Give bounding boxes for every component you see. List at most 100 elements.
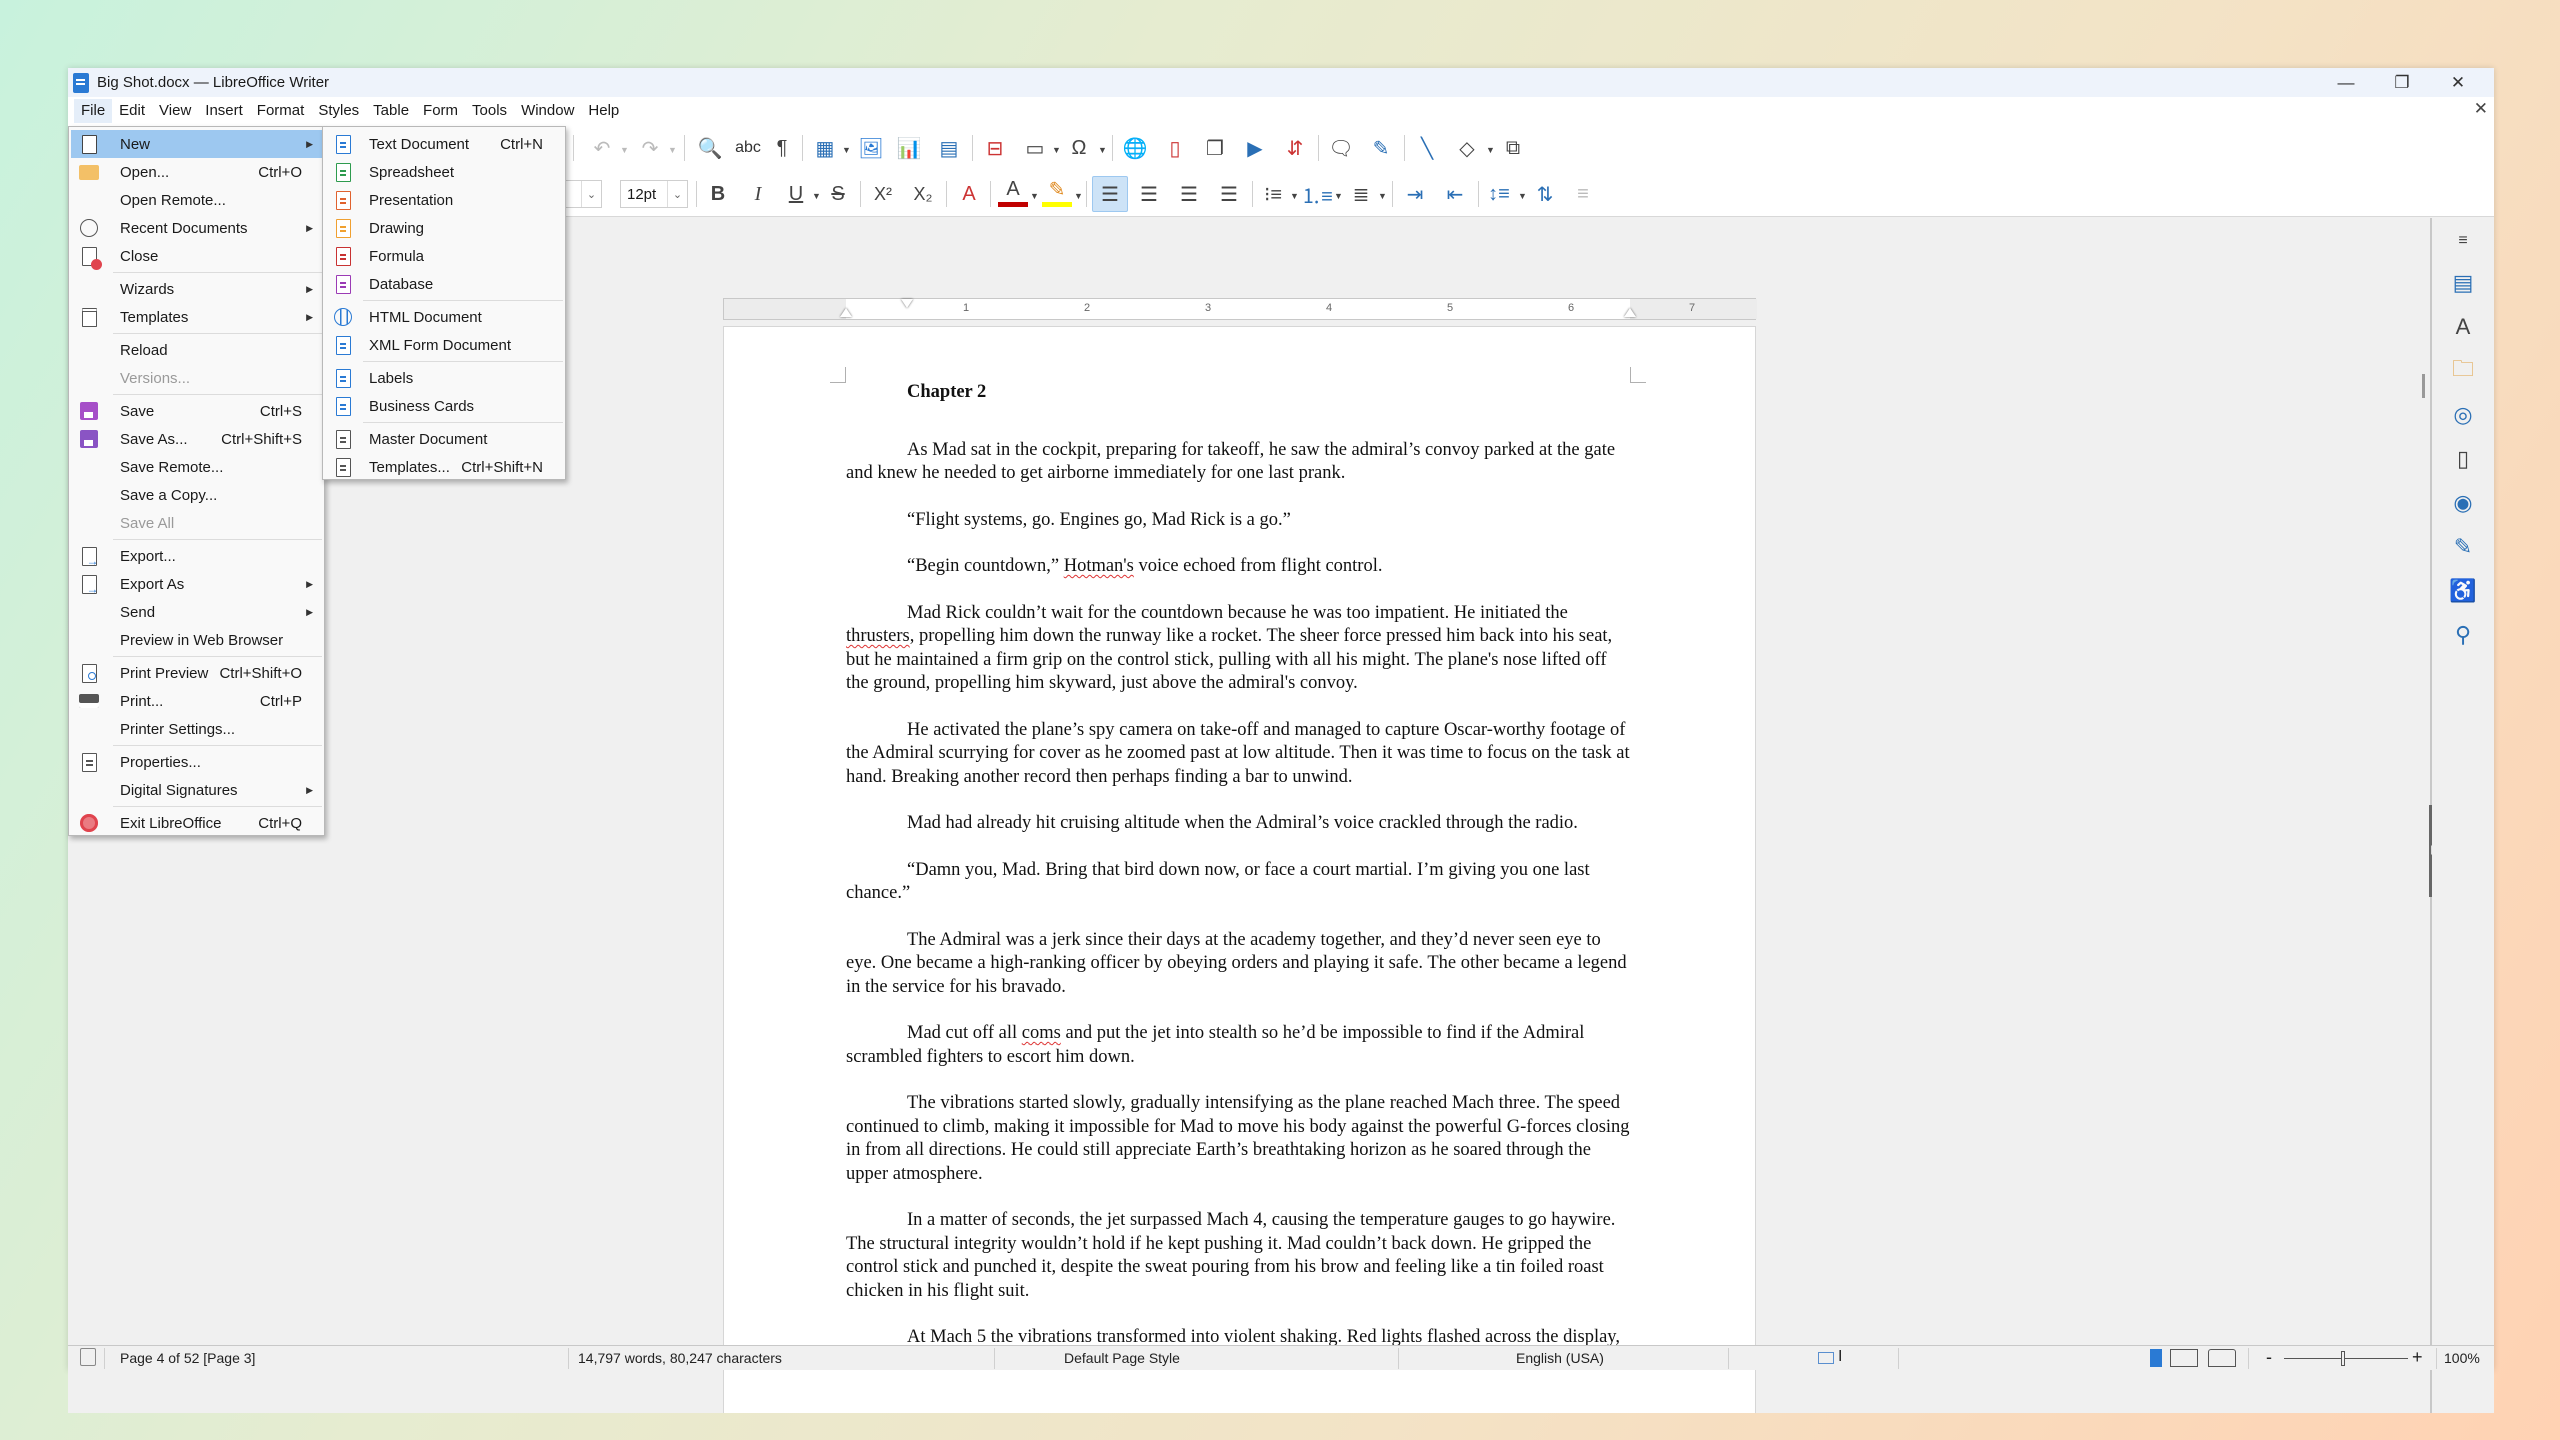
first-line-indent-marker[interactable] — [901, 299, 913, 308]
single-page-view-icon[interactable] — [2150, 1349, 2162, 1367]
left-indent-marker[interactable] — [840, 308, 852, 317]
align-left-icon[interactable]: ☰ — [1092, 176, 1128, 212]
clear-formatting-icon[interactable]: A — [954, 179, 984, 209]
new-submenu-item-business-cards[interactable]: Business Cards — [325, 392, 563, 420]
superscript-icon[interactable]: X² — [868, 179, 898, 209]
ordered-list-dropdown[interactable]: ▼ — [1334, 191, 1343, 201]
insert-mode-icon[interactable]: I — [1838, 1348, 1842, 1366]
new-submenu-item-presentation[interactable]: Presentation — [325, 186, 563, 214]
footnote-icon[interactable]: ▯ — [1160, 133, 1190, 163]
line-spacing-dropdown[interactable]: ▼ — [1518, 191, 1527, 201]
italic-icon[interactable]: I — [744, 179, 772, 209]
navigator-icon[interactable]: ◎ — [2448, 400, 2478, 430]
file-menu-item-templates[interactable]: Templates ▶ — [71, 303, 322, 331]
find-replace-icon[interactable]: 🔍 — [694, 133, 726, 163]
menu-styles[interactable]: Styles — [311, 99, 366, 123]
undo-dropdown[interactable]: ▼ — [620, 145, 629, 155]
file-menu-item-reload[interactable]: Reload — [71, 336, 322, 364]
styles-icon[interactable]: A — [2448, 312, 2478, 342]
outline-list-icon[interactable]: ≣ — [1346, 179, 1376, 209]
insert-table-icon[interactable]: ▦ — [810, 133, 840, 163]
document-page[interactable]: Chapter 2 As Mad sat in the cockpit, pre… — [723, 326, 1756, 1413]
new-submenu-item-html-document[interactable]: HTML Document — [325, 303, 563, 331]
underline-dropdown[interactable]: ▼ — [812, 191, 821, 201]
accessibility-check-icon[interactable]: ♿ — [2448, 576, 2478, 606]
menu-help[interactable]: Help — [581, 99, 626, 123]
decrease-spacing-icon[interactable]: ≡ — [1568, 179, 1598, 209]
basic-shapes-icon[interactable]: ◇ — [1452, 133, 1482, 163]
align-center-icon[interactable]: ☰ — [1134, 179, 1164, 209]
new-submenu-item-master-document[interactable]: Master Document — [325, 425, 563, 453]
file-menu-item-recent-documents[interactable]: Recent Documents ▶ — [71, 214, 322, 242]
new-submenu-item-spreadsheet[interactable]: Spreadsheet — [325, 158, 563, 186]
restore-button[interactable]: ❐ — [2374, 68, 2430, 97]
line-spacing-icon[interactable]: ↕≡ — [1484, 179, 1514, 209]
table-dropdown[interactable]: ▼ — [842, 145, 851, 155]
book-view-icon[interactable] — [2208, 1349, 2236, 1367]
menu-window[interactable]: Window — [514, 99, 581, 123]
right-indent-marker[interactable] — [1624, 308, 1636, 317]
special-character-dropdown[interactable]: ▼ — [1098, 145, 1107, 155]
find-icon[interactable]: ⚲ — [2448, 620, 2478, 650]
file-menu-item-save-as[interactable]: Save As... Ctrl+Shift+S — [71, 425, 322, 453]
zoom-out-button[interactable]: - — [2266, 1347, 2272, 1368]
insert-textbox-icon[interactable]: ▤ — [934, 133, 964, 163]
gallery-icon[interactable]: 🗀 — [2448, 356, 2478, 386]
font-color-dropdown[interactable]: ▼ — [1030, 191, 1039, 201]
file-menu-item-print[interactable]: Print... Ctrl+P — [71, 687, 322, 715]
zoom-level[interactable]: 100% — [2444, 1350, 2480, 1366]
multi-page-view-icon[interactable] — [2170, 1349, 2198, 1367]
decrease-indent-icon[interactable]: ⇤ — [1440, 179, 1470, 209]
hyperlink-icon[interactable]: 🌐 — [1120, 133, 1150, 163]
page-icon[interactable]: ▯ — [2448, 444, 2478, 474]
misspelled-word[interactable]: coms — [1022, 1023, 1061, 1043]
special-character-icon[interactable]: Ω — [1064, 133, 1094, 163]
language[interactable]: English (USA) — [1516, 1350, 1604, 1366]
endnote-icon[interactable]: ❐ — [1200, 133, 1230, 163]
file-menu-item-preview-in-web-browser[interactable]: Preview in Web Browser — [71, 626, 322, 654]
menu-view[interactable]: View — [152, 99, 198, 123]
misspelled-word[interactable]: Hotman's — [1064, 556, 1134, 576]
close-document-button[interactable]: ✕ — [2474, 99, 2488, 119]
new-submenu-item-xml-form-document[interactable]: XML Form Document — [325, 331, 563, 359]
font-size-field[interactable]: 12pt ⌄ — [620, 180, 688, 208]
cross-reference-icon[interactable]: ⇵ — [1280, 133, 1310, 163]
file-menu-item-new[interactable]: New ▶ — [71, 130, 322, 158]
new-submenu-item-drawing[interactable]: Drawing — [325, 214, 563, 242]
shapes-dropdown[interactable]: ▼ — [1486, 145, 1495, 155]
save-status-icon[interactable] — [80, 1348, 96, 1366]
spelling-icon[interactable]: abc — [732, 133, 764, 163]
menu-file[interactable]: File — [74, 99, 113, 123]
redo-icon[interactable]: ↷ — [636, 133, 664, 163]
page-break-icon[interactable]: ⊟ — [980, 133, 1010, 163]
unordered-list-icon[interactable]: ⁝≡ — [1258, 179, 1288, 209]
align-right-icon[interactable]: ☰ — [1174, 179, 1204, 209]
increase-indent-icon[interactable]: ⇥ — [1400, 179, 1430, 209]
file-menu-item-save-a-copy[interactable]: Save a Copy... — [71, 481, 322, 509]
field-dropdown[interactable]: ▼ — [1052, 145, 1061, 155]
menu-insert[interactable]: Insert — [198, 99, 250, 123]
paragraph-spacing-icon[interactable]: ⇅ — [1530, 179, 1560, 209]
file-menu-item-export-as[interactable]: → Export As ▶ — [71, 570, 322, 598]
file-menu-item-properties[interactable]: Properties... — [71, 748, 322, 776]
properties-icon[interactable]: ▤ — [2448, 268, 2478, 298]
insert-field-icon[interactable]: ▭ — [1020, 133, 1050, 163]
menu-tools[interactable]: Tools — [465, 99, 514, 123]
comment-icon[interactable]: 🗨 — [1326, 133, 1356, 163]
sidebar-menu-icon[interactable]: ≡ — [2448, 226, 2478, 256]
file-menu-item-export[interactable]: → Export... — [71, 542, 322, 570]
file-menu-item-send[interactable]: Send ▶ — [71, 598, 322, 626]
justify-icon[interactable]: ☰ — [1214, 179, 1244, 209]
highlight-dropdown[interactable]: ▼ — [1074, 191, 1083, 201]
line-icon[interactable]: ╲ — [1412, 133, 1442, 163]
file-menu-item-save-remote[interactable]: Save Remote... — [71, 453, 322, 481]
file-menu-item-print-preview[interactable]: Print Preview Ctrl+Shift+O — [71, 659, 322, 687]
new-submenu-item-formula[interactable]: Formula — [325, 242, 563, 270]
menu-edit[interactable]: Edit — [112, 99, 152, 123]
zoom-slider-thumb[interactable] — [2341, 1351, 2345, 1366]
page-style[interactable]: Default Page Style — [1064, 1350, 1180, 1366]
new-submenu-item-text-document[interactable]: Text Document Ctrl+N — [325, 130, 563, 158]
draw-functions-icon[interactable]: ⧉ — [1498, 133, 1528, 163]
scrollbar-thumb[interactable] — [2422, 374, 2425, 398]
file-menu-item-exit-libreoffice[interactable]: Exit LibreOffice Ctrl+Q — [71, 809, 322, 837]
